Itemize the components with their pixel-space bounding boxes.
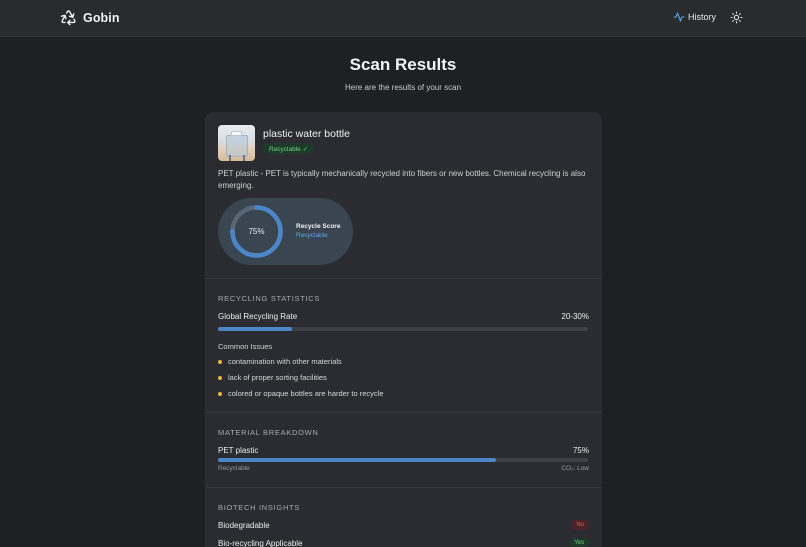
item-name: plastic water bottle	[263, 128, 350, 140]
score-value: 75%	[248, 227, 265, 236]
issue-text: contamination with other materials	[228, 357, 342, 366]
issue-item: lack of proper sorting facilities	[218, 373, 327, 382]
bio-recycling-label: Bio-recycling Applicable	[218, 539, 303, 547]
recyclable-badge: Recyclable ✓	[263, 143, 315, 154]
theme-toggle-button[interactable]	[730, 11, 743, 24]
history-label: History	[688, 12, 717, 22]
material-co2: CO₂: Low	[561, 465, 589, 472]
material-percent: 75%	[572, 446, 589, 455]
top-navigation-bar: Gobin History	[0, 0, 806, 37]
badge-label: Recyclable ✓	[269, 145, 309, 153]
scan-result-card: plastic water bottle Recyclable ✓ PET pl…	[205, 112, 602, 547]
bullet-dot	[218, 391, 222, 396]
bullet-dot	[218, 359, 222, 364]
issue-text: lack of proper sorting facilities	[228, 373, 327, 382]
bottle-shape	[226, 135, 248, 157]
section-heading: BIOTECH INSIGHTS	[218, 503, 301, 512]
score-status: Recyclable	[296, 232, 328, 239]
recycle-logo-icon	[60, 10, 76, 26]
biodegradable-label: Biodegradable	[218, 521, 270, 530]
section-heading: RECYCLING STATISTICS	[218, 294, 321, 303]
sun-icon	[730, 11, 743, 24]
stand-leg-right	[243, 155, 245, 161]
brand[interactable]: Gobin	[60, 9, 120, 26]
global-recycling-rate-value: 20-30%	[561, 312, 589, 321]
recycling-rate-bar-fill	[218, 327, 292, 331]
material-bar-fill	[218, 458, 496, 462]
biodegradable-status-badge: No	[571, 520, 589, 530]
bottle-cap-shape	[231, 131, 242, 136]
bio-recycling-status-badge: Yes	[569, 538, 589, 547]
item-description: PET plastic - PET is typically mechanica…	[218, 169, 586, 190]
divider	[205, 278, 602, 279]
section-heading: MATERIAL BREAKDOWN	[218, 428, 319, 437]
page-subtitle: Here are the results of your scan	[344, 83, 462, 92]
issue-item: colored or opaque bottles are harder to …	[218, 389, 384, 398]
divider	[205, 412, 602, 413]
global-recycling-rate-label: Global Recycling Rate	[218, 312, 298, 321]
app-name: Gobin	[83, 10, 120, 25]
stand-leg-left	[229, 155, 231, 161]
page-title: Scan Results	[349, 55, 457, 74]
recycle-score-panel: 75% Recycle Score Recyclable	[218, 198, 353, 265]
score-label: Recycle Score	[296, 223, 341, 230]
material-name: PET plastic	[218, 446, 259, 455]
scanned-item-image	[218, 125, 255, 161]
bullet-dot	[218, 375, 222, 380]
recycling-rate-bar	[218, 327, 588, 331]
history-link[interactable]: History	[673, 11, 716, 23]
activity-icon	[673, 12, 685, 22]
divider	[205, 487, 602, 488]
material-bar	[218, 458, 588, 462]
issue-text: colored or opaque bottles are harder to …	[228, 389, 384, 398]
issue-item: contamination with other materials	[218, 357, 342, 366]
material-recyclability: Recyclable	[218, 465, 250, 472]
common-issues-heading: Common Issues	[218, 342, 273, 351]
